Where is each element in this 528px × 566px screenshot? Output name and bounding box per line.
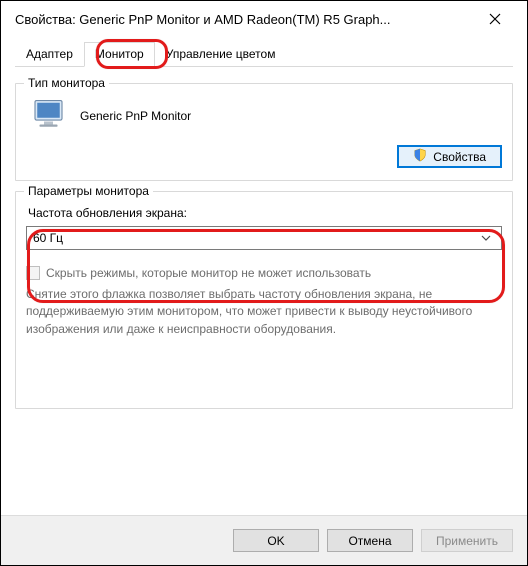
monitor-properties-button[interactable]: Свойства	[397, 145, 502, 168]
hide-modes-label: Скрыть режимы, которые монитор не может …	[46, 266, 371, 280]
refresh-rate-label: Частота обновления экрана:	[28, 206, 502, 220]
dialog-footer: OK Отмена Применить	[1, 515, 527, 565]
tab-adapter[interactable]: Адаптер	[15, 42, 84, 67]
tab-monitor[interactable]: Монитор	[84, 42, 155, 67]
monitor-icon	[32, 96, 68, 135]
cancel-button[interactable]: Отмена	[327, 529, 413, 552]
monitor-type-group: Тип монитора Generic PnP Monitor	[15, 83, 513, 181]
tab-color-management[interactable]: Управление цветом	[155, 42, 287, 67]
apply-button[interactable]: Применить	[421, 529, 513, 552]
hide-modes-checkbox[interactable]	[26, 266, 40, 280]
monitor-params-group: Параметры монитора Частота обновления эк…	[15, 191, 513, 409]
chevron-down-icon	[477, 235, 495, 241]
monitor-name: Generic PnP Monitor	[80, 109, 191, 123]
hide-modes-help: Снятие этого флажка позволяет выбрать ча…	[26, 286, 502, 338]
close-button[interactable]	[473, 1, 517, 37]
close-icon	[489, 13, 501, 25]
tab-content: Тип монитора Generic PnP Monitor	[1, 67, 527, 409]
refresh-rate-value: 60 Гц	[33, 231, 63, 245]
ok-button[interactable]: OK	[233, 529, 319, 552]
titlebar: Свойства: Generic PnP Monitor и AMD Rade…	[1, 1, 527, 37]
window-title: Свойства: Generic PnP Monitor и AMD Rade…	[15, 12, 473, 27]
properties-dialog: Свойства: Generic PnP Monitor и AMD Rade…	[0, 0, 528, 566]
refresh-rate-select[interactable]: 60 Гц	[26, 226, 502, 250]
shield-icon	[413, 148, 427, 165]
monitor-properties-label: Свойства	[433, 150, 486, 164]
monitor-params-label: Параметры монитора	[24, 184, 153, 198]
monitor-type-label: Тип монитора	[24, 76, 109, 90]
tabs: Адаптер Монитор Управление цветом	[1, 37, 527, 67]
